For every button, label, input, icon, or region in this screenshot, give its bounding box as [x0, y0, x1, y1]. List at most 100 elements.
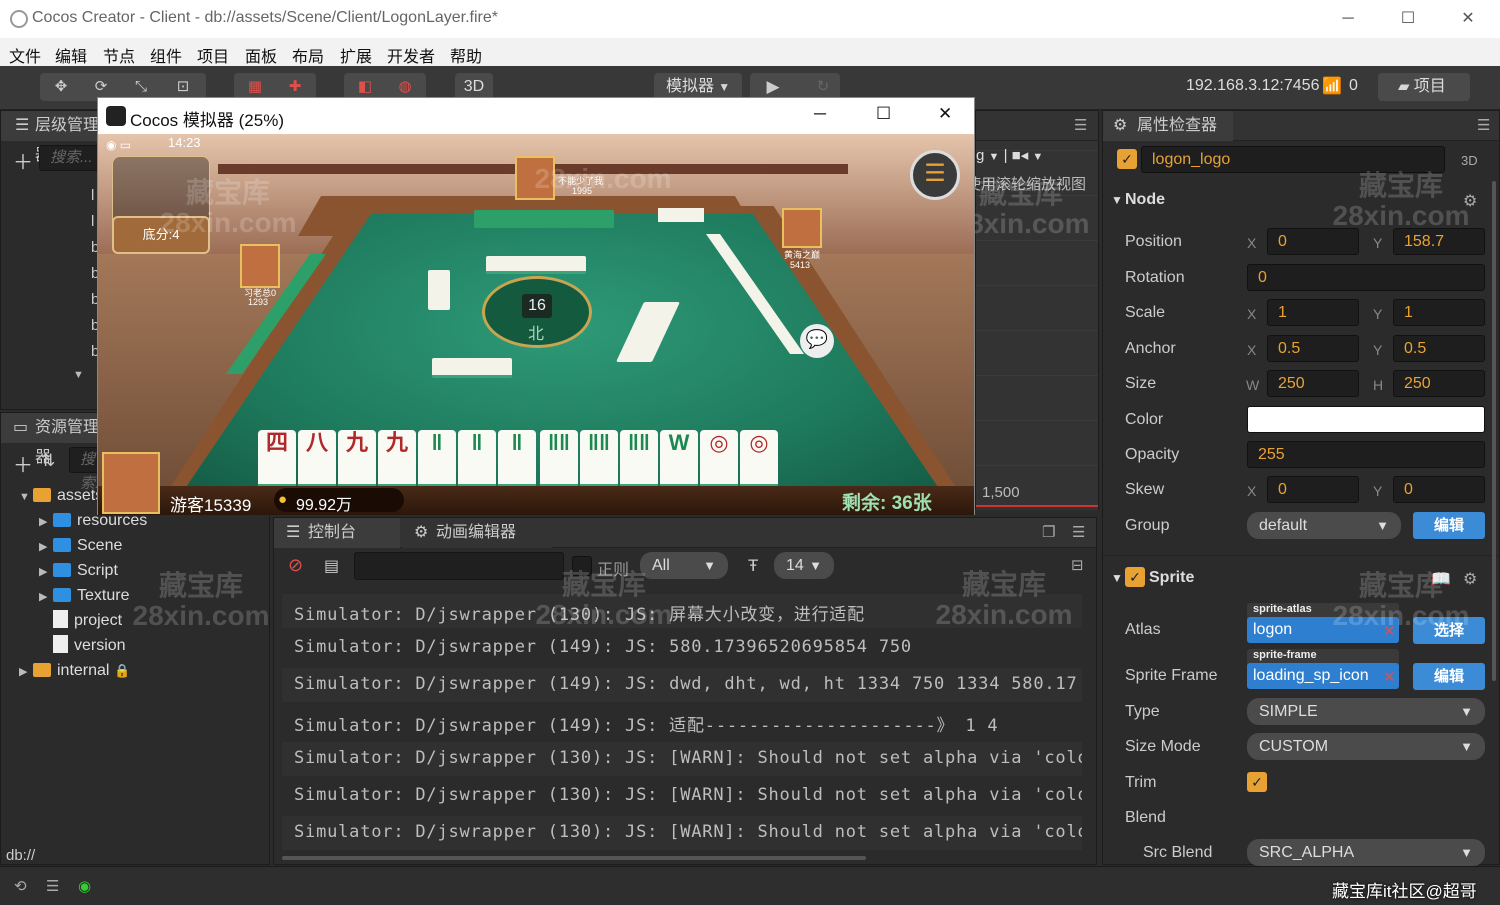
sprite-enabled-checkbox[interactable]: ✓ [1125, 567, 1145, 587]
hand-tile[interactable]: 九 [378, 430, 416, 490]
watermark: 藏宝库 28xin.com [132, 570, 270, 631]
hand-tile[interactable]: ◎ [740, 430, 778, 490]
scale-x-input[interactable]: 1 [1267, 299, 1359, 326]
font-size-icon: Ŧ [748, 556, 759, 575]
minimize-button[interactable]: ─ [1328, 6, 1368, 32]
panel-menu-icon[interactable]: ☰ [1477, 116, 1490, 134]
src-blend-select[interactable]: SRC_ALPHA ▼ [1247, 839, 1485, 866]
popout-icon[interactable]: ❐ [1042, 523, 1055, 541]
hand-tile[interactable]: ‖ [458, 430, 496, 490]
skew-y-input[interactable]: 0 [1393, 476, 1485, 503]
group-select[interactable]: default ▼ [1247, 512, 1401, 539]
tree-item-script[interactable]: ▶ Script [39, 558, 118, 583]
tab-hierarchy[interactable]: ☰层级管理器 [1, 111, 101, 164]
tree-item-internal[interactable]: ▶ internal 🔒 [19, 658, 130, 683]
clear-sprite-frame-icon[interactable]: ✕ [1383, 668, 1396, 686]
menu-file[interactable]: 文件 [9, 43, 41, 67]
move-tool-icon[interactable]: ✥ [46, 73, 76, 101]
tab-assets[interactable]: ▭ 资源管理器 [1, 413, 101, 466]
rotation-input[interactable]: 0 [1247, 264, 1485, 291]
expand-arrow-icon[interactable]: ▼ [73, 369, 84, 381]
menu-extension[interactable]: 扩展 [340, 43, 372, 67]
sprite-frame-field[interactable]: sprite-frame loading_sp_icon [1247, 649, 1399, 689]
scale-label: Scale [1125, 304, 1166, 321]
hand-tile[interactable]: W [660, 430, 698, 490]
game-viewport[interactable]: 16 北 四 八 九 九 ‖ ‖ ‖ ‖‖ ‖‖ ‖‖ W ◎ ◎ ◉ ▭ 14… [98, 134, 974, 515]
hand-tile[interactable]: ‖‖ [620, 430, 658, 490]
database-icon[interactable]: ☰ [46, 877, 59, 895]
folder-icon [53, 538, 71, 552]
menu-edit[interactable]: 编辑 [55, 43, 87, 67]
hand-tile[interactable]: ‖ [498, 430, 536, 490]
size-mode-select[interactable]: CUSTOM ▼ [1247, 733, 1485, 760]
hand-tile[interactable]: ‖ [418, 430, 456, 490]
node-name-input[interactable]: logon_logo [1141, 146, 1445, 173]
menu-node[interactable]: 节点 [103, 43, 135, 67]
position-y-input[interactable]: 158.7 [1393, 228, 1485, 255]
size-h-input[interactable]: 250 [1393, 370, 1485, 397]
axis-x-label: X [1247, 483, 1257, 499]
color-swatch[interactable] [1247, 406, 1485, 433]
skew-x-input[interactable]: 0 [1267, 476, 1359, 503]
hand-tile[interactable]: ‖‖ [580, 430, 618, 490]
tree-item-version[interactable]: version [53, 633, 126, 658]
sim-maximize-button[interactable]: ☐ [876, 104, 891, 124]
inspector-panel: ⚙ 属性检查器 ☰ ✓ logon_logo 3D ▼ Node ⚙ Position… [1102, 110, 1500, 866]
opacity-input[interactable]: 255 [1247, 441, 1485, 468]
position-x-input[interactable]: 0 [1267, 228, 1359, 255]
tree-item-scene[interactable]: ▶ Scene [39, 533, 122, 558]
hand-tile[interactable]: ‖‖ [540, 430, 578, 490]
scale-y-input[interactable]: 1 [1393, 299, 1485, 326]
sim-minimize-button[interactable]: ─ [814, 104, 826, 124]
chat-icon[interactable]: 💬 [800, 324, 834, 358]
tree-item-assets[interactable]: ▼ assets [19, 483, 103, 508]
tab-inspector[interactable]: ⚙ 属性检查器 [1103, 111, 1233, 141]
hand-tile[interactable]: 八 [298, 430, 336, 490]
console-filter-input[interactable] [354, 552, 564, 580]
close-button[interactable]: ✕ [1448, 6, 1488, 32]
add-asset-button[interactable]: ＋ [13, 449, 33, 478]
open-log-icon[interactable]: ▤ [324, 556, 339, 576]
maximize-button[interactable]: ☐ [1388, 6, 1428, 32]
type-select[interactable]: SIMPLE ▼ [1247, 698, 1485, 725]
open-project-button[interactable]: ▰ 项目 [1378, 73, 1470, 101]
menu-panel[interactable]: 面板 [245, 43, 277, 67]
sprite-frame-edit-button[interactable]: 编辑 [1413, 663, 1485, 690]
menu-help[interactable]: 帮助 [450, 43, 482, 67]
tab-console[interactable]: ☰ 控制台 [274, 518, 400, 548]
size-w-input[interactable]: 250 [1267, 370, 1359, 397]
panel-menu-icon[interactable]: ☰ [1074, 116, 1087, 134]
opacity-label: Opacity [1125, 446, 1180, 463]
hand-tile[interactable]: ◎ [700, 430, 738, 490]
tab-animation-editor[interactable]: ⚙ 动画编辑器 [402, 518, 552, 548]
menu-component[interactable]: 组件 [150, 43, 182, 67]
font-size-select[interactable]: 14 ▼ [774, 552, 834, 579]
anchor-y-input[interactable]: 0.5 [1393, 335, 1485, 362]
clear-console-icon[interactable]: ⊘ [288, 555, 303, 576]
add-node-button[interactable]: ＋ [13, 146, 33, 175]
trim-label: Trim [1125, 774, 1157, 791]
trim-checkbox[interactable]: ✓ [1247, 772, 1267, 792]
tree-item-texture[interactable]: ▶ Texture [39, 583, 129, 608]
hierarchy-search-input[interactable]: 搜索... [39, 145, 99, 171]
panel-menu-icon[interactable]: ☰ [1072, 523, 1085, 541]
file-icon [53, 635, 68, 653]
camera-icon[interactable]: ■◂ [1012, 147, 1029, 164]
wifi-icon: 📶 [1322, 78, 1342, 95]
anchor-x-input[interactable]: 0.5 [1267, 335, 1359, 362]
vertical-scrollbar[interactable] [1492, 181, 1496, 681]
tree-item-project[interactable]: project [53, 608, 122, 633]
horizontal-scrollbar[interactable] [282, 856, 866, 860]
group-edit-button[interactable]: 编辑 [1413, 512, 1485, 539]
menu-developer[interactable]: 开发者 [387, 43, 435, 67]
menu-project[interactable]: 项目 [197, 43, 229, 67]
node-active-checkbox[interactable]: ✓ [1117, 149, 1137, 169]
sim-close-button[interactable]: ✕ [938, 104, 952, 124]
hand-tile[interactable]: 四 [258, 430, 296, 490]
sync-icon[interactable]: ⟲ [14, 877, 27, 895]
hand-tile[interactable]: 九 [338, 430, 376, 490]
sort-icon[interactable]: ⇅ [41, 451, 55, 471]
sprite-frame-label: Sprite Frame [1125, 667, 1218, 684]
menu-button[interactable]: ☰ [910, 150, 960, 200]
menu-layout[interactable]: 布局 [292, 43, 324, 67]
